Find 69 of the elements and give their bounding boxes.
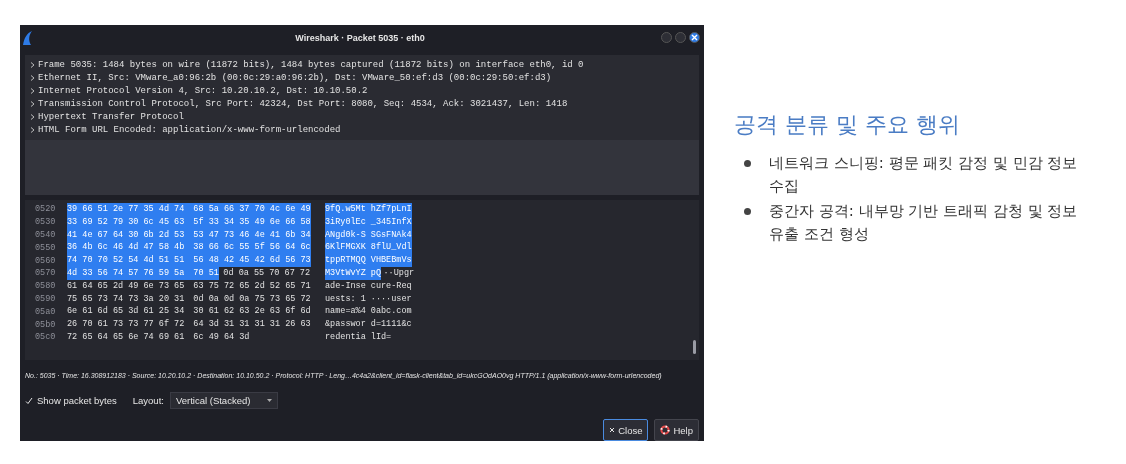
byte-text: 6e 61 6d 65 3d 61 25 34: [67, 305, 185, 319]
tree-item[interactable]: HTML Form URL Encoded: application/x-www-form-urlencoded: [38, 124, 341, 135]
tree-item[interactable]: Internet Protocol Version 4, Src: 10.20.10.2, Dst: 10.10.50.2: [38, 85, 368, 96]
byte-text: 74 70 70 52 54 4d 51 51: [67, 254, 185, 267]
byte-text: ··Upgr: [382, 267, 415, 280]
offset-text: 0540: [35, 230, 57, 240]
byte-text: 75 65 73 74 73 3a 20 31: [67, 292, 185, 306]
byte-text: 8flU_Vdl: [365, 241, 412, 255]
byte-text: 68 5a 66 37 70 4c 6e 49: [184, 203, 311, 216]
offset-text: 05c0: [35, 332, 57, 343]
caret-icon: [266, 399, 272, 402]
byte-text: hZf7pLnI: [365, 203, 412, 216]
close-button[interactable]: [689, 32, 700, 43]
byte-text: 72 65 64 65 6e 74 69 61: [67, 330, 185, 344]
offset-text: 0570: [35, 268, 57, 279]
byte-text: &passwor: [325, 318, 366, 331]
byte-text: 26 70 61 73 73 77 6f 72: [67, 318, 185, 331]
offset-text: 0530: [35, 217, 57, 228]
layout-label: Layout:: [132, 395, 164, 406]
byte-text: 63 75 72 65 2d 52 65 71: [192, 279, 311, 293]
bullet-icon: [744, 160, 751, 167]
byte-text: 56 48 42 45 42 6d 56 73: [184, 254, 311, 267]
byte-text: 61 64 65 2d 49 6e 73 65: [67, 279, 185, 293]
shark-fin-icon: [22, 30, 32, 45]
byte-text: 0abc.com: [369, 305, 412, 319]
byte-text: 38 66 6c 55 5f 56 64 6c: [184, 241, 311, 255]
byte-text: uests: 1: [325, 292, 366, 306]
byte-text: 0d 0a 55 70 67 72: [222, 267, 311, 280]
byte-text: ade-Inse: [325, 279, 366, 293]
slide-heading: 공격 분류 및 주요 행위: [734, 111, 961, 139]
byte-text: VHBEBmVs: [365, 254, 412, 267]
byte-text: ····user: [369, 292, 412, 306]
byte-text: redentia: [325, 330, 366, 344]
byte-text: name=a%4: [325, 305, 366, 319]
byte-text: 36 4b 6c 46 4d 47 58 4b: [67, 241, 185, 255]
window-title: Wireshark · Packet 5035 · eth0: [294, 32, 425, 43]
tree-item[interactable]: Transmission Control Protocol, Src Port: 42324, Dst Port: 8080, Seq: 4534, Ack: 3021437, Len: 1418: [38, 98, 568, 109]
byte-text: tppRTMQQ: [325, 254, 366, 267]
byte-text: 39 66 51 2e 77 35 4d 74: [67, 203, 185, 216]
offset-text: 05a0: [35, 306, 57, 317]
byte-text: 64 3d 31 31 31 31 26 63: [192, 318, 311, 331]
offset-text: 0550: [35, 242, 57, 253]
show-bytes-checkbox[interactable]: Show packet bytes: [25, 395, 117, 406]
lifebuoy-icon: [660, 425, 671, 435]
offset-text: 0520: [35, 204, 57, 215]
byte-text: 6c 49 64 3d: [192, 330, 250, 344]
tree-item[interactable]: Ethernet II, Src: VMware_a0:96:2b (00:0c:29:a0:96:2b), Dst: VMware_50:ef:d3 (00:0c:29:50:ef:d3): [38, 72, 552, 83]
tree-item[interactable]: Frame 5035: 1484 bytes on wire (11872 bits), 1484 bytes captured (11872 bits) on interface eth0, id 0: [38, 59, 584, 70]
byte-text: 0d 0a 0d 0a 75 73 65 72: [192, 292, 311, 306]
byte-text: 6KlFMGXK: [325, 241, 366, 255]
bullet-text: 중간자 공격: 내부망 기반 트래픽 감청 및 정보 유출 조건 형성: [769, 201, 1079, 245]
close-icon: [609, 427, 616, 433]
byte-text: 9fQ.w5Mt: [325, 203, 366, 216]
byte-text: lId=: [369, 330, 392, 344]
byte-text: cure-Req: [369, 279, 412, 293]
byte-text: d=1111&c: [369, 318, 412, 331]
tree-item[interactable]: Hypertext Transfer Protocol: [38, 111, 184, 122]
close-dialog-button[interactable]: Close: [603, 419, 649, 441]
bullet-text: 네트워크 스니핑: 평문 패킷 감정 및 민감 정보 수집: [769, 153, 1079, 197]
offset-text: 0560: [35, 255, 57, 266]
bullet-icon: [744, 208, 751, 215]
offset-text: 0590: [35, 293, 57, 304]
help-button[interactable]: Help: [654, 419, 699, 441]
byte-text: 30 61 62 63 2e 63 6f 6d: [192, 305, 311, 319]
layout-dropdown[interactable]: Vertical (Stacked): [169, 392, 278, 409]
offset-text: 05b0: [35, 319, 57, 330]
offset-text: 0580: [35, 281, 57, 292]
check-icon: [25, 396, 33, 405]
scrollbar-thumb[interactable]: [693, 340, 696, 354]
